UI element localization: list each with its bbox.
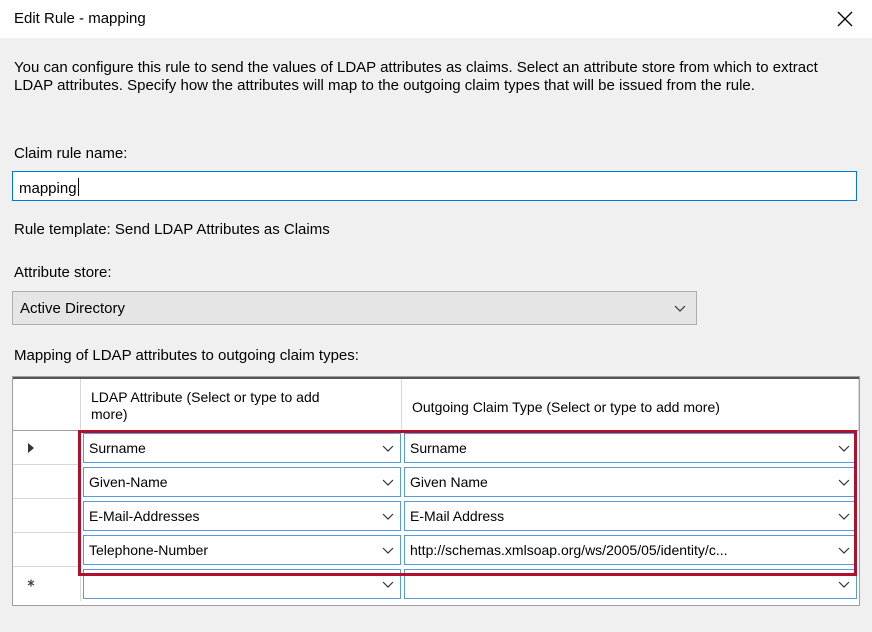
outgoing-claim-type-combo[interactable]: http://schemas.xmlsoap.org/ws/2005/05/id… (404, 535, 857, 565)
claim-rule-name-value: mapping (19, 180, 77, 197)
chevron-down-icon (382, 513, 394, 520)
rule-description: You can configure this rule to send the … (14, 59, 818, 94)
new-row-asterisk-icon (27, 579, 35, 587)
chevron-down-icon (382, 547, 394, 554)
chevron-down-icon (838, 479, 850, 486)
rule-template-text: Rule template: Send LDAP Attributes as C… (14, 221, 330, 238)
current-row-arrow-icon (28, 443, 34, 453)
ldap-attribute-combo-new[interactable] (83, 569, 401, 599)
outgoing-claim-type-combo-new[interactable] (404, 569, 857, 599)
outgoing-claim-type-combo[interactable]: E-Mail Address (404, 501, 857, 531)
column-header-ldap-attribute[interactable]: LDAP Attribute (Select or type to add mo… (81, 379, 402, 431)
outgoing-claim-type-combo[interactable]: Given Name (404, 467, 857, 497)
chevron-down-icon (838, 547, 850, 554)
chevron-down-icon (674, 305, 686, 312)
edit-rule-dialog: Edit Rule - mapping You can configure th… (0, 0, 872, 632)
row-header-corner (13, 379, 81, 431)
chevron-down-icon (382, 445, 394, 452)
column-header-outgoing-claim-type[interactable]: Outgoing Claim Type (Select or type to a… (402, 379, 859, 431)
close-button[interactable] (830, 4, 860, 34)
ldap-attribute-combo[interactable]: E-Mail-Addresses (83, 501, 401, 531)
attribute-store-value: Active Directory (20, 300, 126, 317)
chevron-down-icon (838, 513, 850, 520)
chevron-down-icon (382, 581, 394, 588)
ldap-attribute-combo[interactable]: Surname (83, 433, 401, 463)
ldap-attribute-combo[interactable]: Telephone-Number (83, 535, 401, 565)
close-icon (837, 11, 853, 27)
claim-rule-name-label: Claim rule name: (14, 145, 128, 162)
row-header[interactable] (13, 431, 81, 465)
row-header[interactable] (13, 499, 81, 533)
title-bar: Edit Rule - mapping (0, 0, 872, 38)
chevron-down-icon (382, 479, 394, 486)
ldap-attribute-combo[interactable]: Given-Name (83, 467, 401, 497)
claim-rule-name-input[interactable]: mapping (12, 171, 857, 201)
window-title: Edit Rule - mapping (14, 10, 146, 27)
mapping-grid: LDAP Attribute (Select or type to add mo… (12, 376, 860, 606)
attribute-store-dropdown[interactable]: Active Directory (12, 291, 697, 325)
outgoing-claim-type-combo[interactable]: Surname (404, 433, 857, 463)
text-caret (77, 178, 79, 196)
row-header[interactable] (13, 465, 81, 499)
new-row-header[interactable] (13, 567, 81, 601)
chevron-down-icon (838, 581, 850, 588)
row-header[interactable] (13, 533, 81, 567)
mapping-label: Mapping of LDAP attributes to outgoing c… (14, 347, 359, 364)
chevron-down-icon (838, 445, 850, 452)
attribute-store-label: Attribute store: (14, 264, 112, 281)
